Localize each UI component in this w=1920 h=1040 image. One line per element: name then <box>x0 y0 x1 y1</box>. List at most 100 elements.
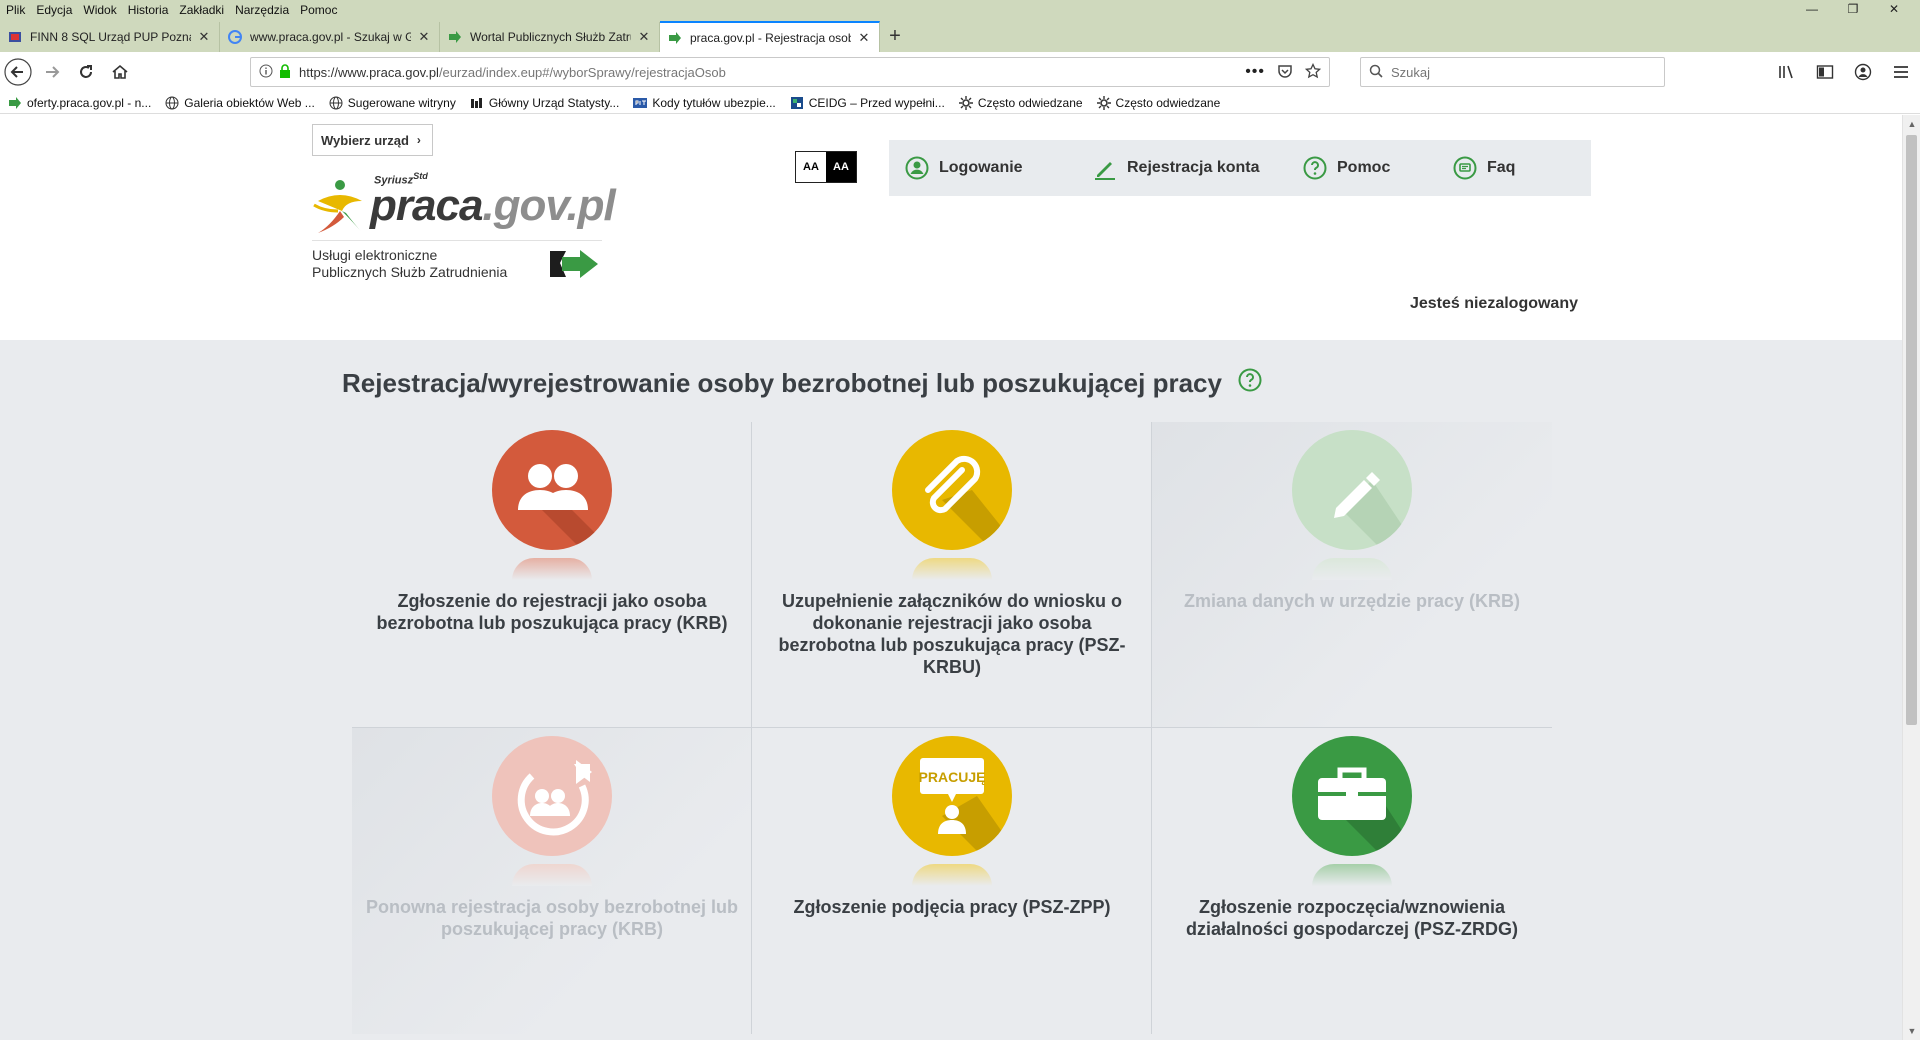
tab-title: www.praca.gov.pl - Szukaj w G <box>250 30 411 44</box>
tile-label: Zgłoszenie podjęcia pracy (PSZ-ZPP) <box>793 897 1111 917</box>
bookmark-label: Główny Urząd Statysty... <box>488 95 620 110</box>
new-tab-button[interactable]: + <box>880 22 910 52</box>
back-button[interactable] <box>2 56 34 88</box>
ceidg-favicon-icon <box>790 96 804 110</box>
arrow-favicon-icon <box>668 31 682 45</box>
tile-business-zrdg[interactable]: Zgłoszenie rozpoczęcia/wznowienia działa… <box>1152 728 1552 1034</box>
tile-reflection <box>512 864 592 886</box>
more-actions-icon[interactable]: ••• <box>1245 63 1265 81</box>
logo-figure-icon <box>313 180 364 235</box>
register-account-link[interactable]: Rejestracja konta <box>1077 140 1287 196</box>
tile-registration-krb[interactable]: Zgłoszenie do rejestracji jako osoba bez… <box>352 422 752 728</box>
tile-label: Zmiana danych w urzędzie pracy (KRB) <box>1183 591 1521 611</box>
bookmarks-toolbar: oferty.praca.gov.pl - n... Galeria obiek… <box>0 92 1920 114</box>
menu-pomoc[interactable]: Pomoc <box>300 3 337 17</box>
restore-icon[interactable]: ❐ <box>1838 0 1868 20</box>
paperclip-icon <box>892 430 1012 550</box>
bookmark-oferty[interactable]: oferty.praca.gov.pl - n... <box>8 96 151 110</box>
bookmark-sugerowane[interactable]: Sugerowane witryny <box>329 96 456 110</box>
help-link[interactable]: Pomoc <box>1287 140 1437 196</box>
tab-wortal[interactable]: Wortal Publicznych Służb Zatru ✕ <box>440 22 660 52</box>
sidebar-icon[interactable] <box>1814 61 1836 83</box>
help-circle-icon <box>1303 156 1327 180</box>
bookmark-kody[interactable]: Kody tytułów ubezpie... <box>633 96 776 110</box>
pocket-icon[interactable] <box>1277 63 1293 82</box>
login-label: Logowanie <box>939 159 1023 176</box>
tile-attachments-krbu[interactable]: Uzupełnienie załączników do wniosku o do… <box>752 422 1152 728</box>
people-icon <box>492 430 612 550</box>
tile-reflection <box>912 864 992 886</box>
bookmark-czesto-2[interactable]: Często odwiedzane <box>1096 95 1220 110</box>
library-icon[interactable] <box>1776 61 1798 83</box>
url-bar[interactable]: https://www.praca.gov.pl/eurzad/index.eu… <box>250 57 1330 87</box>
tile-reflection <box>512 558 592 580</box>
contrast-high-button[interactable]: AA <box>826 152 856 182</box>
bookmark-galeria[interactable]: Galeria obiektów Web ... <box>165 96 315 110</box>
pracuje-icon: PRACUJĘ <box>892 736 1012 856</box>
close-tab-icon[interactable]: ✕ <box>417 29 431 45</box>
gus-favicon-icon <box>470 96 484 110</box>
account-icon[interactable] <box>1852 61 1874 83</box>
url-path: /eurzad/index.eup#/wyborSprawy/rejestrac… <box>438 64 726 80</box>
help-label: Pomoc <box>1337 159 1391 176</box>
tile-reflection <box>1312 558 1392 580</box>
tile-label: Ponowna rejestracja osoby bezrobotnej lu… <box>365 897 739 939</box>
pit-favicon-icon <box>633 96 648 110</box>
scroll-down-icon[interactable]: ▼ <box>1903 1022 1920 1040</box>
bookmark-label: Często odwiedzane <box>977 95 1083 110</box>
menu-plik[interactable]: Plik <box>6 3 25 17</box>
contrast-normal-button[interactable]: AA <box>796 152 826 182</box>
info-icon[interactable] <box>259 64 273 81</box>
menu-widok[interactable]: Widok <box>83 3 116 17</box>
menu-bar: Plik Edycja Widok Historia Zakładki Narz… <box>0 0 1920 20</box>
navigation-toolbar: https://www.praca.gov.pl/eurzad/index.eu… <box>0 52 1920 92</box>
faq-link[interactable]: Faq <box>1437 140 1557 196</box>
tab-finn[interactable]: FINN 8 SQL Urząd PUP Poznań ✕ <box>0 22 220 52</box>
help-circle-icon[interactable] <box>1238 368 1262 399</box>
user-circle-icon <box>905 156 929 180</box>
tab-google[interactable]: www.praca.gov.pl - Szukaj w G ✕ <box>220 22 440 52</box>
page-scrollbar[interactable]: ▲ ▼ <box>1902 115 1920 1040</box>
tile-job-start-zpp[interactable]: PRACUJĘ Zgłoszenie podjęcia pracy (PSZ-Z… <box>752 728 1152 1034</box>
forward-button[interactable] <box>36 56 68 88</box>
page-title: Rejestracja/wyrejestrowanie osoby bezrob… <box>342 368 1262 399</box>
url-host: https://www.praca.gov.pl <box>299 64 439 80</box>
pencil-icon <box>1095 162 1115 180</box>
bookmark-czesto-1[interactable]: Często odwiedzane <box>958 95 1083 110</box>
bookmark-gus[interactable]: Główny Urząd Statysty... <box>470 96 619 110</box>
window-controls: — ❐ ✕ <box>1797 0 1920 20</box>
login-status: Jesteś niezalogowany <box>1409 295 1578 312</box>
scrollbar-thumb[interactable] <box>1906 135 1917 725</box>
close-tab-icon[interactable]: ✕ <box>197 29 211 45</box>
close-window-icon[interactable]: ✕ <box>1879 0 1909 20</box>
gear-icon <box>958 95 973 110</box>
tab-title: Wortal Publicznych Służb Zatru <box>470 30 631 44</box>
minimize-icon[interactable]: — <box>1797 0 1827 20</box>
pencil-icon <box>1292 430 1412 550</box>
arrow-favicon-icon <box>8 96 22 110</box>
search-input[interactable] <box>1391 64 1651 80</box>
home-button[interactable] <box>104 56 136 88</box>
scroll-up-icon[interactable]: ▲ <box>1903 115 1920 133</box>
menu-zakladki[interactable]: Zakładki <box>179 3 224 17</box>
page-viewport: Wybierz urząd › SyriuszStd praca.gov.pl … <box>0 115 1902 1040</box>
tile-change-data-krb: Zmiana danych w urzędzie pracy (KRB) <box>1152 422 1552 728</box>
bookmark-ceidg[interactable]: CEIDG – Przed wypełni... <box>790 96 945 110</box>
menu-narzedzia[interactable]: Narzędzia <box>235 3 289 17</box>
praca-logo[interactable]: SyriuszStd praca.gov.pl <box>310 165 616 245</box>
reload-button[interactable] <box>70 56 102 88</box>
bookmark-star-icon[interactable] <box>1304 62 1322 82</box>
close-tab-icon[interactable]: ✕ <box>857 30 871 46</box>
tile-label: Zgłoszenie do rejestracji jako osoba bez… <box>376 591 728 633</box>
tile-reflection <box>912 558 992 580</box>
search-bar[interactable] <box>1360 57 1665 87</box>
hamburger-menu-icon[interactable] <box>1890 61 1912 83</box>
menu-historia[interactable]: Historia <box>128 3 169 17</box>
menu-edycja[interactable]: Edycja <box>36 3 72 17</box>
close-tab-icon[interactable]: ✕ <box>637 29 651 45</box>
choose-office-button[interactable]: Wybierz urząd › <box>312 124 433 156</box>
tab-praca-rejestracja[interactable]: praca.gov.pl - Rejestracja osob ✕ <box>660 21 880 52</box>
login-link[interactable]: Logowanie <box>889 140 1077 196</box>
contrast-switch: AA AA <box>795 151 857 183</box>
bookmark-label: Sugerowane witryny <box>347 95 456 110</box>
